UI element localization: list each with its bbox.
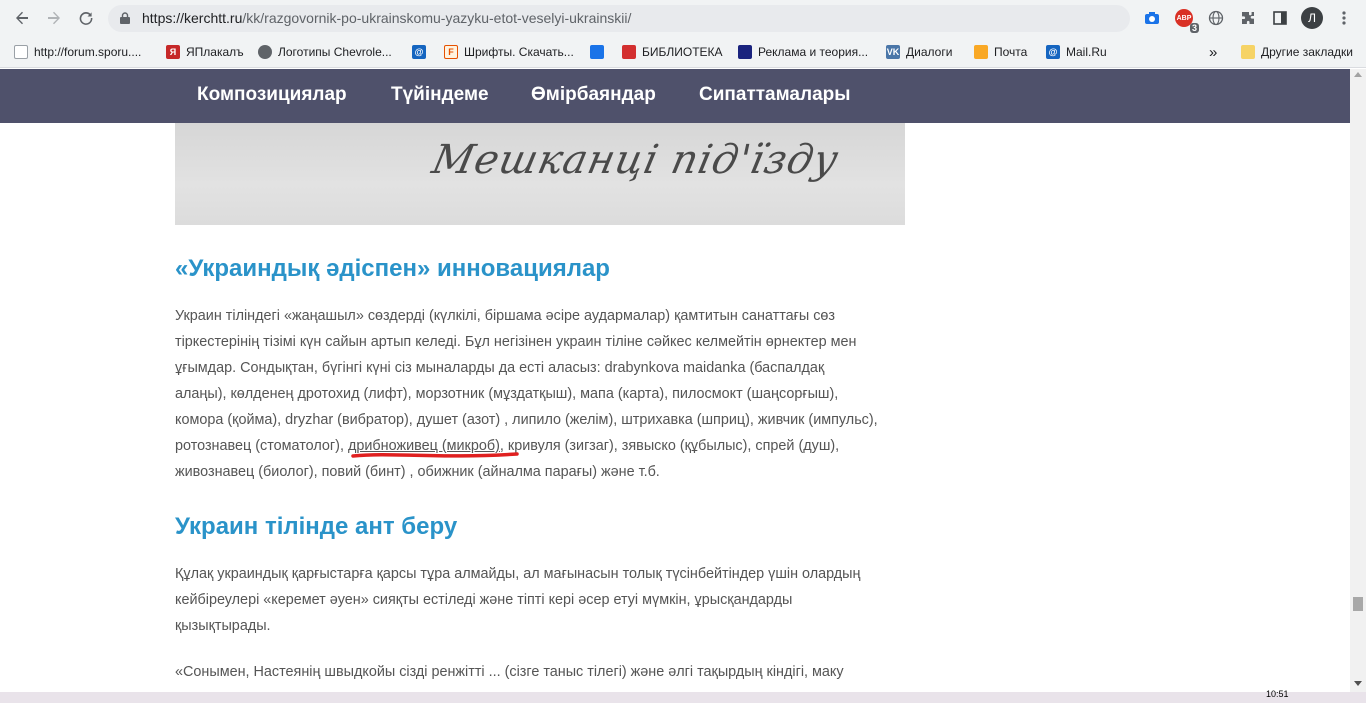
bookmark-label: Другие закладки (1261, 45, 1353, 59)
camera-icon[interactable] (1141, 7, 1163, 29)
bookmark-label: БИБЛИОТЕКА (642, 45, 723, 59)
bookmark-fonts[interactable]: F Шрифты. Скачать... (444, 42, 574, 62)
paragraph-line: Украин тіліндегі «жаңашыл» сөздерді (күл… (175, 308, 836, 324)
more-bookmarks-button[interactable]: » (1209, 42, 1217, 62)
paragraph-line: Құлақ украиндық қарғыстарға қарсы тұра а… (175, 566, 861, 582)
bookmark-label: Логотипы Chevrole... (278, 45, 392, 59)
extensions-puzzle-icon[interactable] (1237, 7, 1259, 29)
globe-extension-icon[interactable] (1205, 7, 1227, 29)
taskbar-clock: 10:51 (1266, 689, 1289, 699)
bookmark-library[interactable]: БИБЛИОТЕКА (622, 42, 723, 62)
text-span: , кривуля (зигзаг), зявыско (құбылыс), с… (499, 438, 840, 454)
menu-kebab-icon[interactable] (1333, 7, 1355, 29)
site-navigation: Композициялар Түйіндеме Өмірбаяндар Сипа… (0, 69, 1350, 123)
chat-icon (590, 45, 604, 59)
paragraph-line: кейбіреулері «керемет әуен» сияқты естіл… (175, 592, 793, 608)
address-bar[interactable]: https://kerchtt.ru/kk/razgovornik-po-ukr… (108, 5, 1130, 32)
text-span: ротознавец (стоматолог), (175, 438, 348, 454)
at-icon: @ (412, 45, 426, 59)
bookmark-label: Mail.Ru (1066, 45, 1107, 59)
paragraph-line: қызықтырады. (175, 618, 271, 634)
bookmark-dialogs[interactable]: VK Диалоги (886, 42, 952, 62)
scrollbar-thumb[interactable] (1353, 597, 1363, 611)
paragraph-line: живознавец (биолог), повий (бинт) , обиж… (175, 464, 660, 480)
reload-icon[interactable] (72, 4, 100, 32)
section-paragraph-swearing: Құлақ украиндық қарғыстарға қарсы тұра а… (175, 561, 910, 639)
bookmarks-bar: http://forum.sporu.... Я ЯПлакалъ Логоти… (0, 36, 1366, 68)
article-content: Мешканці під'їзду «Украиндық әдіспен» ин… (0, 123, 1350, 692)
bookmark-mailru[interactable]: @ Mail.Ru (1046, 42, 1107, 62)
bookmark-yaplakal[interactable]: Я ЯПлакалъ (166, 42, 244, 62)
bookmark-forum[interactable]: http://forum.sporu.... (14, 42, 141, 62)
paragraph-line: тіркестерінің тізімі күн сайын артып кел… (175, 334, 857, 350)
bookmark-label: ЯПлакалъ (186, 45, 244, 59)
library-icon (622, 45, 636, 59)
lock-icon (120, 12, 130, 24)
paragraph-line: ұғымдар. Сондықтан, бүгінгі күні сіз мын… (175, 360, 825, 376)
url-path: /kk/razgovornik-po-ukrainskomu-yazyku-et… (242, 10, 632, 26)
side-panel-icon[interactable] (1269, 7, 1291, 29)
bookmark-label: Шрифты. Скачать... (464, 45, 574, 59)
abp-badge: 3 (1189, 23, 1199, 33)
nav-biographies[interactable]: Өмірбаяндар (531, 84, 656, 106)
url-text: https://kerchtt.ru/kk/razgovornik-po-ukr… (142, 10, 631, 26)
profile-avatar[interactable]: Л (1301, 7, 1323, 29)
paragraph-line: комора (қойма), dryzhar (вибратор), душе… (175, 412, 878, 428)
bookmark-at[interactable]: @ (412, 42, 432, 62)
handwriting-text: Мешканці під'їзду (428, 137, 843, 183)
globe-icon (258, 45, 272, 59)
folder-icon (1241, 45, 1255, 59)
section-heading-innovations: «Украиндық әдіспен» инновациялар (175, 255, 610, 282)
browser-toolbar: https://kerchtt.ru/kk/razgovornik-po-ukr… (0, 0, 1366, 36)
paragraph-line: ротознавец (стоматолог), дрибноживец (ми… (175, 433, 910, 459)
bookmark-chevrolet[interactable]: Логотипы Chevrole... (258, 42, 392, 62)
bookmark-label: Реклама и теория... (758, 45, 869, 59)
bookmark-advertising[interactable]: Реклама и теория... (738, 42, 868, 62)
page-icon (14, 45, 28, 59)
forward-icon[interactable] (40, 4, 68, 32)
bookmark-mail[interactable]: Почта (974, 42, 1027, 62)
nav-descriptions[interactable]: Сипаттамалары (699, 84, 850, 106)
paragraph-line: «Сонымен, Настеянің швыдкойы сізді ренжі… (175, 664, 844, 680)
nav-summary[interactable]: Түйіндеме (391, 84, 489, 106)
bookmark-chat[interactable] (590, 42, 610, 62)
paragraph-line: алаңы), көлденең дротохид (лифт), морзот… (175, 386, 839, 402)
other-bookmarks-folder[interactable]: Другие закладки (1241, 42, 1353, 62)
mail-icon (974, 45, 988, 59)
adblock-plus-icon[interactable]: ABP 3 (1173, 7, 1199, 33)
page-scrollbar[interactable] (1350, 69, 1366, 692)
mailru-icon: @ (1046, 45, 1060, 59)
font-icon: F (444, 45, 458, 59)
red-underline-mark (351, 452, 519, 458)
yaplakal-icon: Я (166, 45, 180, 59)
bookmark-label: Почта (994, 45, 1028, 59)
section-heading-swearing: Украин тілінде ант беру (175, 513, 458, 540)
section-paragraph-innovations: Украин тіліндегі «жаңашыл» сөздерді (күл… (175, 303, 910, 485)
scroll-down-arrow-icon[interactable] (1354, 681, 1362, 686)
dark-site-icon (738, 45, 752, 59)
abp-label: ABP (1176, 14, 1192, 22)
handwriting-image: Мешканці під'їзду (175, 123, 905, 225)
bookmark-label: Диалоги (906, 45, 953, 59)
vk-icon: VK (886, 45, 900, 59)
bookmark-label: http://forum.sporu.... (34, 45, 142, 59)
section-paragraph-quote: «Сонымен, Настеянің швыдкойы сізді ренжі… (175, 659, 910, 685)
os-taskbar: 10:51 (0, 689, 1366, 703)
back-icon[interactable] (8, 4, 36, 32)
scroll-up-arrow-icon[interactable] (1354, 72, 1362, 77)
nav-compositions[interactable]: Композициялар (197, 84, 347, 106)
url-host: https://kerchtt.ru (142, 10, 243, 26)
